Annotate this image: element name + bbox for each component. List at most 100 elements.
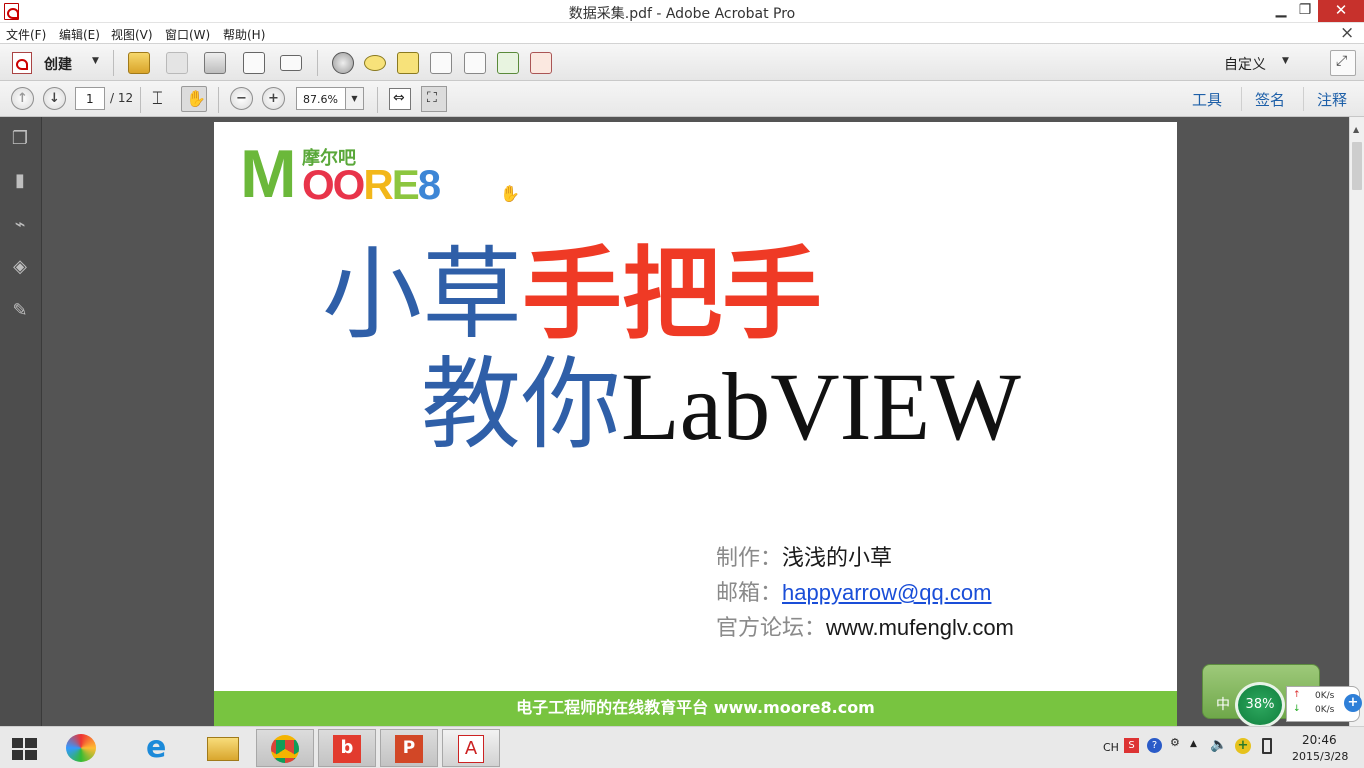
b-app-icon: b: [333, 735, 361, 763]
headline-red-text: 手把手: [522, 236, 822, 353]
menu-help[interactable]: 帮助(H): [223, 26, 265, 43]
save-icon[interactable]: [166, 52, 188, 74]
forum-label: 官方论坛：: [716, 616, 827, 641]
layers-icon[interactable]: ◈: [10, 257, 30, 277]
taskbar-powerpoint[interactable]: P: [380, 729, 438, 767]
expand-icon: ⤢: [1336, 53, 1348, 69]
clock-time[interactable]: 20:46: [1302, 733, 1337, 747]
fit-width-icon: ⇔: [393, 90, 405, 106]
previous-page-button[interactable]: ↑: [11, 87, 34, 110]
tab-tools[interactable]: 工具: [1192, 89, 1222, 110]
tab-sign[interactable]: 签名: [1255, 89, 1285, 110]
taskbar-chrome[interactable]: [256, 729, 314, 767]
scrollbar-thumb[interactable]: [1352, 142, 1362, 190]
taskbar-file-explorer[interactable]: [195, 729, 253, 767]
restore-button[interactable]: ❐: [1291, 0, 1319, 22]
download-arrow-icon: ↓: [1293, 704, 1301, 714]
taskbar-acrobat[interactable]: A: [442, 729, 500, 767]
edit-document-icon[interactable]: [243, 52, 265, 74]
input-settings-icon[interactable]: ⚙: [1170, 736, 1180, 749]
navigation-toolbar: ↑ ↓ 1 / 12 ⌶ ✋ − + 87.6% ▼ ⇔ ⛶ 工具 签名 注释: [0, 81, 1364, 117]
zoom-in-button[interactable]: +: [262, 87, 285, 110]
comment-icon[interactable]: [364, 55, 386, 71]
page-thumbnails-icon[interactable]: ❐: [10, 129, 30, 149]
download-speed: 0K/s: [1315, 705, 1335, 715]
close-window-button[interactable]: ✕: [1318, 0, 1364, 22]
close-document-button[interactable]: ×: [1340, 23, 1354, 43]
fit-width-button[interactable]: ⇔: [389, 88, 411, 110]
plus-icon: +: [268, 91, 279, 106]
language-indicator[interactable]: CH: [1103, 741, 1119, 754]
author-row: 制作：浅浅的小草: [716, 540, 892, 572]
highlight-icon[interactable]: [397, 52, 419, 74]
moore8-logo: OORE8: [302, 164, 441, 206]
hand-icon: ✋: [186, 89, 206, 108]
volume-icon[interactable]: 🔈: [1210, 737, 1227, 753]
sign-document-icon[interactable]: [530, 52, 552, 74]
security-plus-icon[interactable]: +: [1235, 738, 1251, 754]
tab-divider: [1241, 87, 1242, 111]
email-label: 邮箱：: [716, 581, 783, 606]
hand-tool-button[interactable]: ✋: [181, 86, 207, 112]
menu-window[interactable]: 窗口(W): [165, 26, 210, 43]
print-icon[interactable]: [204, 52, 226, 74]
remove-page-icon[interactable]: [430, 52, 452, 74]
chevron-down-icon: ▼: [92, 56, 99, 66]
tab-divider: [1303, 87, 1304, 111]
headline-blue-text: 教你: [421, 346, 621, 463]
email-icon[interactable]: [280, 55, 302, 71]
colorful-app-icon: [66, 734, 96, 762]
tab-comment[interactable]: 注释: [1317, 89, 1347, 110]
next-page-button[interactable]: ↓: [43, 87, 66, 110]
scroll-up-arrow-icon[interactable]: ▲: [1353, 125, 1359, 134]
select-tool-button[interactable]: ⌶: [152, 88, 172, 110]
headline-labview-text: LabVIEW: [621, 353, 1021, 460]
fullscreen-expand-button[interactable]: ⤢: [1330, 50, 1356, 76]
attachments-icon[interactable]: ⌁: [10, 215, 30, 235]
help-icon[interactable]: ?: [1147, 738, 1162, 753]
windows-logo-icon: [25, 750, 37, 760]
create-button[interactable]: 创建 ▼: [10, 51, 102, 75]
sogou-input-icon[interactable]: S: [1124, 738, 1139, 753]
taskbar-internet-explorer[interactable]: e: [136, 729, 194, 767]
zoom-dropdown-button[interactable]: ▼: [345, 87, 364, 110]
open-folder-icon[interactable]: [128, 52, 150, 74]
author-value: 浅浅的小草: [782, 546, 893, 571]
find-icon[interactable]: [464, 52, 486, 74]
navigation-pane: ❐ ▮ ⌁ ◈ ✎: [0, 117, 42, 726]
taskbar-baidu-player[interactable]: b: [318, 729, 376, 767]
customize-label[interactable]: 自定义: [1224, 54, 1266, 74]
export-icon[interactable]: [497, 52, 519, 74]
gear-icon[interactable]: [332, 52, 354, 74]
accelerate-plus-icon[interactable]: +: [1344, 694, 1362, 712]
signatures-icon[interactable]: ✎: [10, 301, 30, 321]
start-button[interactable]: [12, 738, 38, 760]
pdf-page[interactable]: 摩尔吧 M OORE8 ✋ 小草手把手 教你LabVIEW 制作：浅浅的小草 邮…: [214, 122, 1177, 726]
input-method-indicator[interactable]: 中: [1216, 694, 1230, 714]
taskbar: e b P A CH S ? ⚙ ▲ 🔈 + 20:46 2015/3/28: [0, 726, 1364, 768]
toolbar-divider: [113, 50, 114, 76]
email-link[interactable]: happyarrow@qq.com: [782, 580, 991, 605]
fit-page-button[interactable]: ⛶: [421, 86, 447, 112]
clock-date[interactable]: 2015/3/28: [1292, 750, 1348, 763]
windows-logo-icon: [12, 750, 23, 760]
fit-page-icon: ⛶: [427, 90, 437, 106]
taskbar-app-360[interactable]: [60, 729, 118, 767]
zoom-level-input[interactable]: 87.6%: [296, 87, 346, 110]
logo-letter-m: M: [240, 136, 297, 212]
forum-row: 官方论坛：www.mufenglv.com: [716, 610, 1014, 642]
zoom-out-button[interactable]: −: [230, 87, 253, 110]
chevron-down-icon[interactable]: ▼: [1282, 56, 1289, 66]
network-speed-widget[interactable]: 中 38% ↑ 0K/s ↓ 0K/s +: [1202, 664, 1364, 728]
show-hidden-icons-icon[interactable]: ▲: [1190, 739, 1197, 749]
cursor-select-icon: ⌶: [152, 88, 163, 109]
bookmarks-icon[interactable]: ▮: [10, 171, 30, 191]
memory-usage-ball[interactable]: 38%: [1235, 682, 1285, 728]
battery-icon[interactable]: [1262, 738, 1272, 754]
menu-view[interactable]: 视图(V): [111, 26, 153, 43]
menu-edit[interactable]: 编辑(E): [59, 26, 100, 43]
page-total: / 12: [110, 91, 134, 105]
page-number-input[interactable]: 1: [75, 87, 105, 110]
vertical-scrollbar[interactable]: ▲: [1349, 117, 1364, 726]
menu-file[interactable]: 文件(F): [6, 26, 46, 43]
